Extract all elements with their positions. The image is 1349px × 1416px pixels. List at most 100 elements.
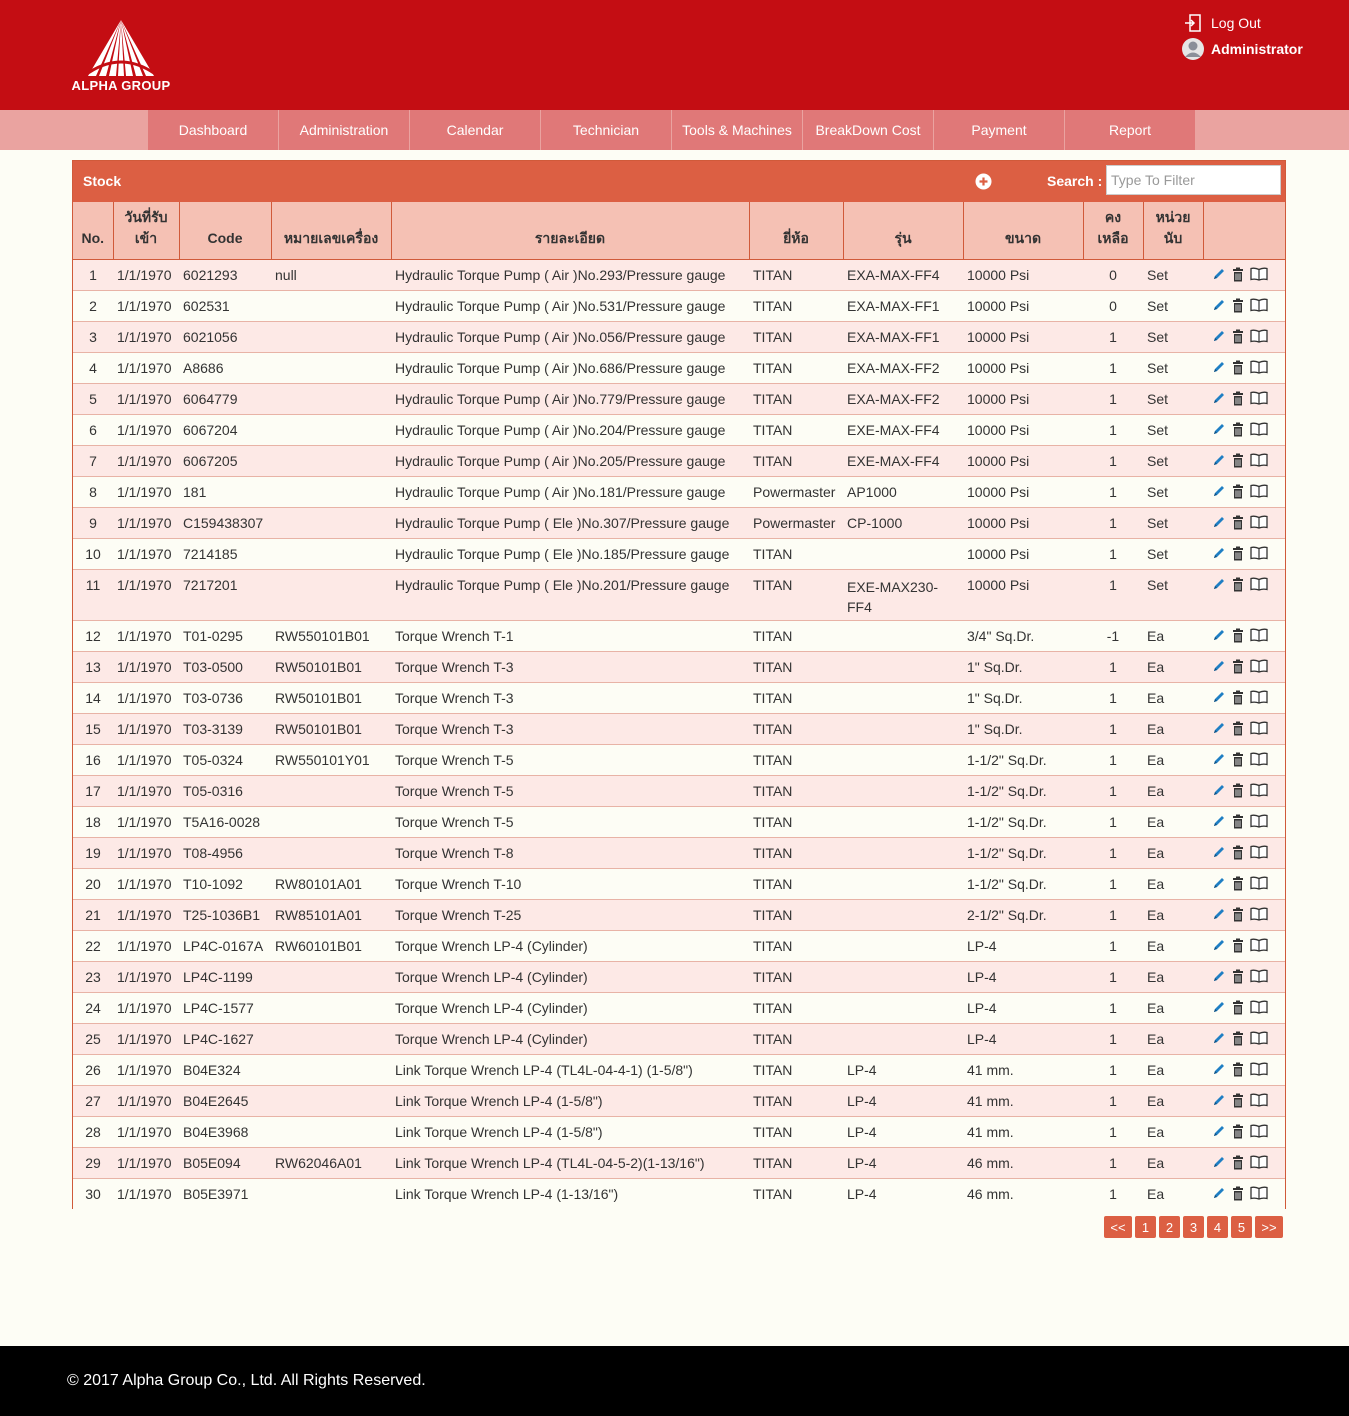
table-row[interactable]: 25 1/1/1970 LP4C-1627 Torque Wrench LP-4 (C… bbox=[73, 1023, 1285, 1055]
delete-trash-icon[interactable] bbox=[1232, 1062, 1244, 1077]
edit-pencil-icon[interactable] bbox=[1212, 876, 1226, 890]
delete-trash-icon[interactable] bbox=[1232, 453, 1244, 468]
edit-pencil-icon[interactable] bbox=[1212, 360, 1226, 374]
table-row[interactable]: 8 1/1/1970 181 Hydraulic Torque Pump ( Air … bbox=[73, 476, 1285, 508]
table-row[interactable]: 23 1/1/1970 LP4C-1199 Torque Wrench LP-4 (C… bbox=[73, 961, 1285, 993]
table-row[interactable]: 26 1/1/1970 B04E324 Link Torque Wrench LP-4… bbox=[73, 1054, 1285, 1086]
edit-pencil-icon[interactable] bbox=[1212, 298, 1226, 312]
delete-trash-icon[interactable] bbox=[1232, 628, 1244, 643]
nav-report[interactable]: Report bbox=[1065, 110, 1196, 150]
table-row[interactable]: 15 1/1/1970 T03-3139 RW50101B01 Torque Wrenc… bbox=[73, 713, 1285, 745]
alpha-group-logo[interactable]: ALPHA GROUP bbox=[66, 18, 176, 94]
view-book-icon[interactable] bbox=[1250, 298, 1268, 312]
edit-pencil-icon[interactable] bbox=[1212, 721, 1226, 735]
delete-trash-icon[interactable] bbox=[1232, 1093, 1244, 1108]
delete-trash-icon[interactable] bbox=[1232, 1155, 1244, 1170]
delete-trash-icon[interactable] bbox=[1232, 577, 1244, 592]
edit-pencil-icon[interactable] bbox=[1212, 1093, 1226, 1107]
table-row[interactable]: 28 1/1/1970 B04E3968 Link Torque Wrench LP-… bbox=[73, 1116, 1285, 1148]
view-book-icon[interactable] bbox=[1250, 1031, 1268, 1045]
delete-trash-icon[interactable] bbox=[1232, 484, 1244, 499]
edit-pencil-icon[interactable] bbox=[1212, 1124, 1226, 1138]
view-book-icon[interactable] bbox=[1250, 1062, 1268, 1076]
table-row[interactable]: 13 1/1/1970 T03-0500 RW50101B01 Torque Wrenc… bbox=[73, 651, 1285, 683]
table-row[interactable]: 29 1/1/1970 B05E094 RW62046A01 Link Torque W… bbox=[73, 1147, 1285, 1179]
page-last-button[interactable]: >> bbox=[1255, 1216, 1283, 1238]
logout-link[interactable]: Log Out bbox=[1181, 10, 1321, 36]
table-row[interactable]: 2 1/1/1970 602531 Hydraulic Torque Pump ( A… bbox=[73, 290, 1285, 322]
view-book-icon[interactable] bbox=[1250, 845, 1268, 859]
edit-pencil-icon[interactable] bbox=[1212, 484, 1226, 498]
view-book-icon[interactable] bbox=[1250, 546, 1268, 560]
delete-trash-icon[interactable] bbox=[1232, 360, 1244, 375]
table-row[interactable]: 27 1/1/1970 B04E2645 Link Torque Wrench LP-… bbox=[73, 1085, 1285, 1117]
delete-trash-icon[interactable] bbox=[1232, 1124, 1244, 1139]
delete-trash-icon[interactable] bbox=[1232, 907, 1244, 922]
table-row[interactable]: 16 1/1/1970 T05-0324 RW550101Y01 Torque Wren… bbox=[73, 744, 1285, 776]
view-book-icon[interactable] bbox=[1250, 907, 1268, 921]
edit-pencil-icon[interactable] bbox=[1212, 422, 1226, 436]
view-book-icon[interactable] bbox=[1250, 814, 1268, 828]
view-book-icon[interactable] bbox=[1250, 1155, 1268, 1169]
delete-trash-icon[interactable] bbox=[1232, 515, 1244, 530]
edit-pencil-icon[interactable] bbox=[1212, 814, 1226, 828]
edit-pencil-icon[interactable] bbox=[1212, 690, 1226, 704]
table-row[interactable]: 30 1/1/1970 B05E3971 Link Torque Wrench LP-… bbox=[73, 1178, 1285, 1209]
table-row[interactable]: 17 1/1/1970 T05-0316 Torque Wrench T-5 TITAN… bbox=[73, 775, 1285, 807]
delete-trash-icon[interactable] bbox=[1232, 783, 1244, 798]
nav-dashboard[interactable]: Dashboard bbox=[148, 110, 279, 150]
table-row[interactable]: 4 1/1/1970 A8686 Hydraulic Torque Pump ( Ai… bbox=[73, 352, 1285, 384]
table-row[interactable]: 18 1/1/1970 T5A16-0028 Torque Wrench T-5 TIT… bbox=[73, 806, 1285, 838]
nav-payment[interactable]: Payment bbox=[934, 110, 1065, 150]
edit-pencil-icon[interactable] bbox=[1212, 628, 1226, 642]
table-row[interactable]: 1 1/1/1970 6021293 null Hydraulic Torque Pum… bbox=[73, 259, 1285, 291]
view-book-icon[interactable] bbox=[1250, 453, 1268, 467]
edit-pencil-icon[interactable] bbox=[1212, 1062, 1226, 1076]
edit-pencil-icon[interactable] bbox=[1212, 938, 1226, 952]
edit-pencil-icon[interactable] bbox=[1212, 577, 1226, 591]
table-row[interactable]: 24 1/1/1970 LP4C-1577 Torque Wrench LP-4 (C… bbox=[73, 992, 1285, 1024]
page-1-button[interactable]: 1 bbox=[1135, 1216, 1156, 1238]
view-book-icon[interactable] bbox=[1250, 329, 1268, 343]
nav-technician[interactable]: Technician bbox=[541, 110, 672, 150]
edit-pencil-icon[interactable] bbox=[1212, 1186, 1226, 1200]
view-book-icon[interactable] bbox=[1250, 515, 1268, 529]
view-book-icon[interactable] bbox=[1250, 876, 1268, 890]
table-row[interactable]: 21 1/1/1970 T25-1036B1 RW85101A01 Torque Wre… bbox=[73, 899, 1285, 931]
edit-pencil-icon[interactable] bbox=[1212, 659, 1226, 673]
search-input[interactable] bbox=[1106, 165, 1281, 195]
view-book-icon[interactable] bbox=[1250, 721, 1268, 735]
view-book-icon[interactable] bbox=[1250, 360, 1268, 374]
table-row[interactable]: 6 1/1/1970 6067204 Hydraulic Torque Pump ( … bbox=[73, 414, 1285, 446]
delete-trash-icon[interactable] bbox=[1232, 391, 1244, 406]
delete-trash-icon[interactable] bbox=[1232, 814, 1244, 829]
page-2-button[interactable]: 2 bbox=[1159, 1216, 1180, 1238]
delete-trash-icon[interactable] bbox=[1232, 422, 1244, 437]
edit-pencil-icon[interactable] bbox=[1212, 1000, 1226, 1014]
delete-trash-icon[interactable] bbox=[1232, 845, 1244, 860]
view-book-icon[interactable] bbox=[1250, 1124, 1268, 1138]
view-book-icon[interactable] bbox=[1250, 267, 1268, 281]
edit-pencil-icon[interactable] bbox=[1212, 329, 1226, 343]
table-row[interactable]: 14 1/1/1970 T03-0736 RW50101B01 Torque Wrenc… bbox=[73, 682, 1285, 714]
table-row[interactable]: 9 1/1/1970 C159438307 Hydraulic Torque Pump… bbox=[73, 507, 1285, 539]
user-profile[interactable]: Administrator bbox=[1181, 36, 1321, 62]
delete-trash-icon[interactable] bbox=[1232, 546, 1244, 561]
page-5-button[interactable]: 5 bbox=[1231, 1216, 1252, 1238]
table-row[interactable]: 20 1/1/1970 T10-1092 RW80101A01 Torque Wrenc… bbox=[73, 868, 1285, 900]
view-book-icon[interactable] bbox=[1250, 628, 1268, 642]
nav-administration[interactable]: Administration bbox=[279, 110, 410, 150]
view-book-icon[interactable] bbox=[1250, 391, 1268, 405]
view-book-icon[interactable] bbox=[1250, 969, 1268, 983]
view-book-icon[interactable] bbox=[1250, 783, 1268, 797]
edit-pencil-icon[interactable] bbox=[1212, 1155, 1226, 1169]
edit-pencil-icon[interactable] bbox=[1212, 969, 1226, 983]
delete-trash-icon[interactable] bbox=[1232, 298, 1244, 313]
table-row[interactable]: 11 1/1/1970 7217201 Hydraulic Torque Pump (… bbox=[73, 569, 1285, 621]
nav-tools-machines[interactable]: Tools & Machines bbox=[672, 110, 803, 150]
add-circle-icon[interactable] bbox=[975, 173, 992, 190]
delete-trash-icon[interactable] bbox=[1232, 659, 1244, 674]
view-book-icon[interactable] bbox=[1250, 484, 1268, 498]
edit-pencil-icon[interactable] bbox=[1212, 752, 1226, 766]
table-row[interactable]: 19 1/1/1970 T08-4956 Torque Wrench T-8 TITAN… bbox=[73, 837, 1285, 869]
